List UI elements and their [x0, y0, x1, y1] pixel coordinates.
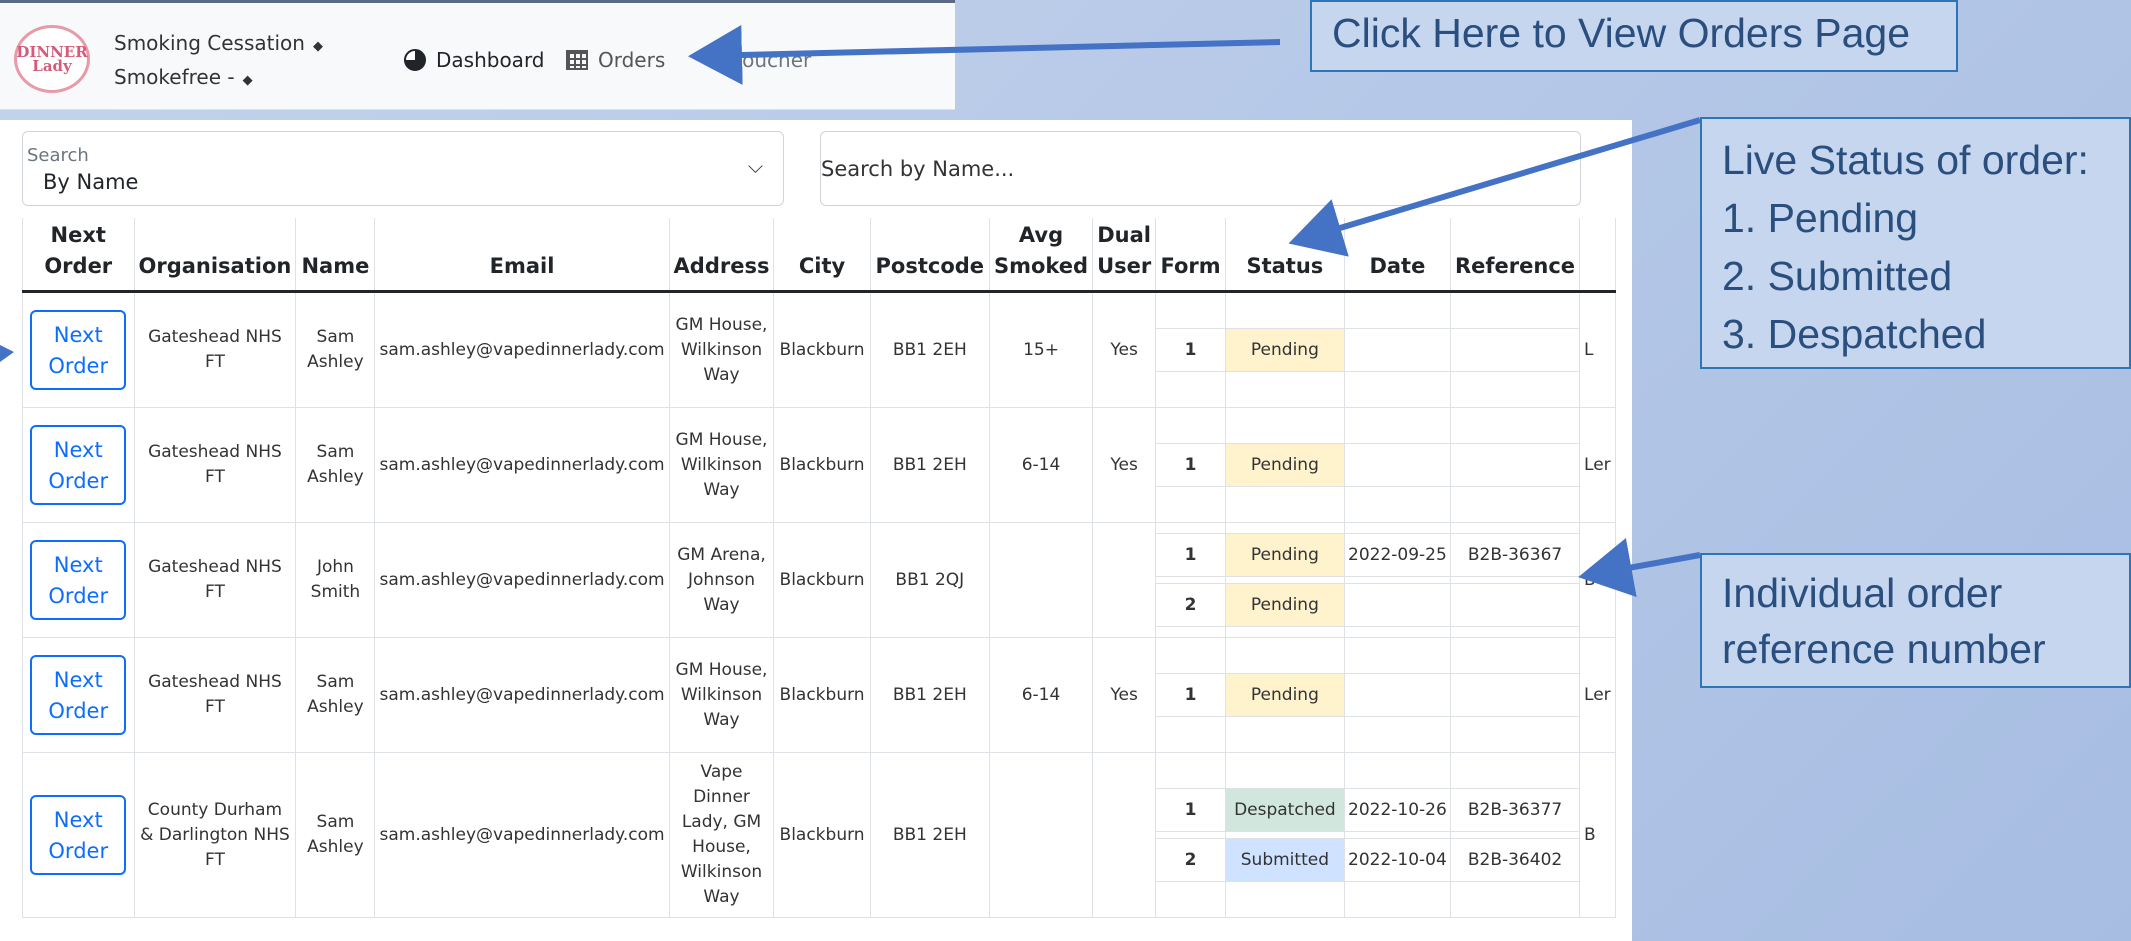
- annotation-arrows: [0, 24, 1701, 598]
- arrow-to-reference: [1578, 537, 1701, 598]
- arrow-to-status: [1288, 117, 1701, 257]
- arrow-to-orders: [688, 24, 1281, 85]
- arrow-left-edge: [0, 345, 14, 362]
